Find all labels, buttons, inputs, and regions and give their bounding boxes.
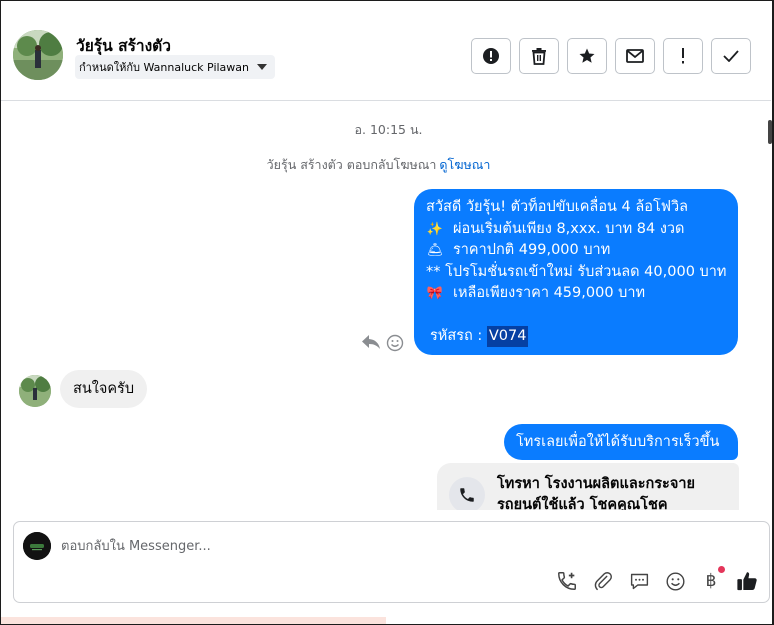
message-line-text: ราคาปกติ 499,000 บาท: [453, 242, 611, 258]
report-button[interactable]: [471, 38, 511, 74]
payment-button[interactable]: ฿: [700, 566, 725, 592]
call-card-text: โทรหา โรงงานผลิตและกระจาย รถยนต์ใช้แล้ว …: [497, 474, 727, 510]
header-actions: [471, 38, 751, 74]
thumbs-up-icon: [737, 572, 757, 591]
baht-icon: ฿: [705, 571, 717, 591]
message-line-text: เหลือเพียงราคา 459,000 บาท: [453, 285, 646, 301]
car-code-label: รหัสรถ :: [430, 327, 487, 344]
call-card-line: รถยนต์ใช้แล้ว โชคคูณโชค: [497, 497, 668, 510]
like-button[interactable]: [736, 570, 758, 592]
car-code-value: V074: [486, 325, 529, 347]
add-call-button[interactable]: [556, 570, 578, 592]
conversation-header: วัยรุ้น สร้างตัว กำหนดให้กับ Wannaluck P…: [1, 1, 771, 101]
car-code-line: รหัสรถ : V074: [426, 325, 726, 347]
message-composer: ฿: [13, 521, 770, 603]
react-smiley-icon[interactable]: [386, 334, 404, 356]
check-icon: [723, 50, 739, 62]
star-button[interactable]: [567, 38, 607, 74]
assign-label: กำหนดให้กับ Wannaluck Pilawan: [79, 61, 250, 74]
delete-button[interactable]: [519, 38, 559, 74]
message-line: 🎀 เหลือเพียงราคา 459,000 บาท: [426, 283, 726, 305]
attach-button[interactable]: [592, 570, 614, 592]
message-list: อ. 10:15 น. วัยรุ้น สร้างตัว ตอบกลับโฆษณ…: [1, 102, 768, 510]
view-ad-link[interactable]: ดูโฆษณา: [439, 157, 490, 172]
smiley-icon: [665, 571, 685, 591]
message-line: ✨ ผ่อนเริ่มต้นเพียง 8,xxx. บาท 84 งวด: [426, 219, 726, 241]
call-button-card[interactable]: โทรหา โรงงานผลิตและกระจาย รถยนต์ใช้แล้ว …: [437, 463, 739, 510]
phone-icon: [449, 477, 485, 510]
call-card-line: โทรหา โรงงานผลิตและกระจาย: [497, 476, 695, 492]
scrollbar-thumb[interactable]: [768, 120, 772, 144]
message-line-text: ผ่อนเริ่มต้นเพียง 8,xxx. บาท 84 งวด: [453, 220, 685, 237]
ribbon-icon: 🎀: [426, 286, 444, 301]
star-icon: [579, 48, 595, 63]
phone-plus-icon: [558, 572, 576, 590]
chat-bubble-icon: [630, 573, 648, 589]
outgoing-message-bubble[interactable]: สวัสดี วัยรุ้น! ตัวท็อปขับเคลื่อน 4 ล้อโ…: [414, 189, 738, 355]
saved-replies-button[interactable]: [628, 570, 650, 592]
follow-up-button[interactable]: [663, 38, 703, 74]
reply-icon[interactable]: [361, 333, 381, 355]
notification-dot: [718, 566, 725, 573]
emoji-button[interactable]: [664, 570, 686, 592]
exclamation-icon: [682, 48, 684, 64]
sender-avatar[interactable]: [19, 375, 51, 407]
caret-down-icon: [257, 64, 268, 70]
status-strip: [1, 617, 386, 624]
mark-unread-button[interactable]: [615, 38, 655, 74]
incoming-message-bubble[interactable]: สนใจครับ: [60, 370, 148, 408]
message-line: 🛎 ราคาปกติ 499,000 บาท: [426, 240, 726, 262]
ad-reply-text: วัยรุ้น สร้างตัว ตอบกลับโฆษณา: [266, 157, 437, 172]
message-line: สวัสดี วัยรุ้น! ตัวท็อปขับเคลื่อน 4 ล้อโ…: [426, 199, 689, 215]
sparkles-icon: ✨: [426, 221, 444, 237]
bell-icon: 🛎: [426, 243, 444, 258]
outgoing-message-bubble[interactable]: โทรเลยเพื่อให้ได้รับบริการเร็วขึ้น: [504, 424, 738, 460]
paperclip-icon: [594, 572, 612, 591]
ad-reply-notice: วัยรุ้น สร้างตัว ตอบกลับโฆษณา ดูโฆษณา: [1, 155, 756, 175]
message-line: ** โปรโมชั่นรถเข้าใหม่ รับส่วนลด 40,000 …: [426, 263, 727, 280]
mark-done-button[interactable]: [711, 38, 751, 74]
composer-tools: ฿: [556, 566, 758, 592]
message-timestamp: อ. 10:15 น.: [354, 122, 423, 137]
reply-input[interactable]: [61, 534, 721, 558]
alert-circle-icon: [483, 48, 499, 64]
trash-icon: [532, 48, 546, 65]
assign-dropdown[interactable]: กำหนดให้กับ Wannaluck Pilawan: [75, 55, 276, 79]
contact-avatar[interactable]: [13, 30, 63, 80]
page-avatar: [23, 532, 51, 560]
envelope-icon: [626, 49, 644, 63]
